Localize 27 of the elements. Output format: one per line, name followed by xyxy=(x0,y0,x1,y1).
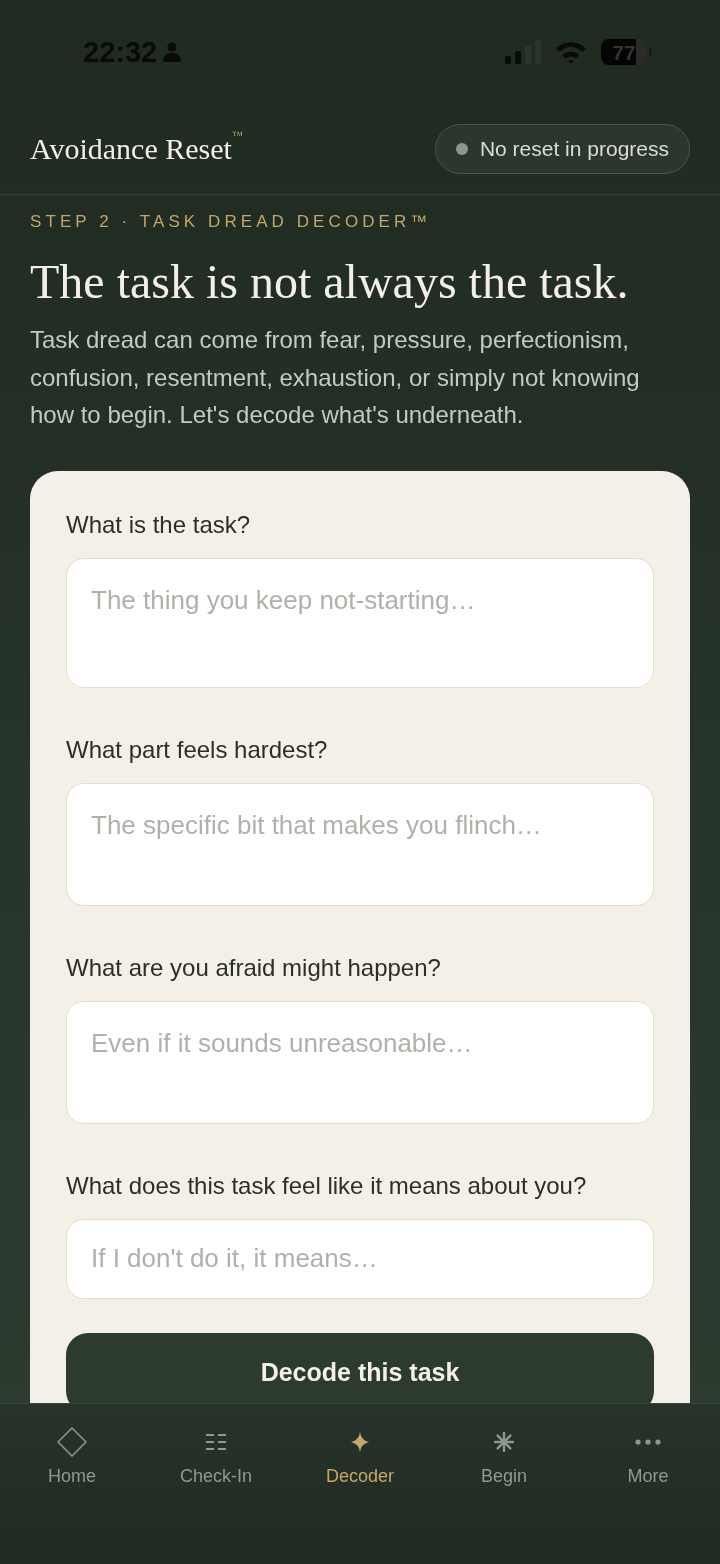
sparkle-icon xyxy=(351,1432,369,1452)
diamond-icon xyxy=(57,1427,87,1457)
field-label: What part feels hardest? xyxy=(66,735,329,764)
step-label: STEP 2 · TASK DREAD DECODER™ xyxy=(30,211,433,233)
text-area-field[interactable]: The thing you keep not-starting… xyxy=(66,557,654,688)
page-heading: The task is not always the task. xyxy=(30,254,630,310)
text-area-field[interactable]: The specific bit that makes you flinch… xyxy=(66,782,654,906)
field-label: What is the task? xyxy=(66,510,252,539)
field-label: What are you afraid might happen? xyxy=(66,953,442,982)
brand-title: Avoidance Reset$^{™}$ xyxy=(30,131,243,167)
person-icon xyxy=(163,42,182,62)
input-field[interactable]: If I don't do it, it means… xyxy=(66,1218,654,1299)
nav-tab[interactable]: Home xyxy=(48,1426,96,1488)
nav-tab[interactable]: Begin xyxy=(480,1426,527,1488)
nav-tab[interactable]: Check-In xyxy=(180,1426,252,1488)
more-dots-icon xyxy=(635,1439,661,1445)
asterisk-icon xyxy=(494,1432,514,1452)
wifi-icon xyxy=(555,40,587,64)
status-text: No reset in progress xyxy=(479,137,669,161)
text-area-field[interactable]: Even if it sounds unreasonable… xyxy=(66,1000,654,1124)
nav-tab[interactable]: More xyxy=(627,1426,669,1488)
list-icon xyxy=(205,1433,227,1451)
decode-button[interactable]: Decode this task xyxy=(66,1332,654,1403)
signal-icon xyxy=(505,40,541,64)
nav-tab[interactable]: Decoder xyxy=(325,1426,394,1488)
field-label: What does this task feel like it means about you? xyxy=(66,1171,588,1200)
intro-paragraph: Task dread can come from fear, pressure, perfectionism, confusion, resentment, exhaustion, or simply not knowing how to begin. Let's decode what's underneath. xyxy=(30,325,641,430)
